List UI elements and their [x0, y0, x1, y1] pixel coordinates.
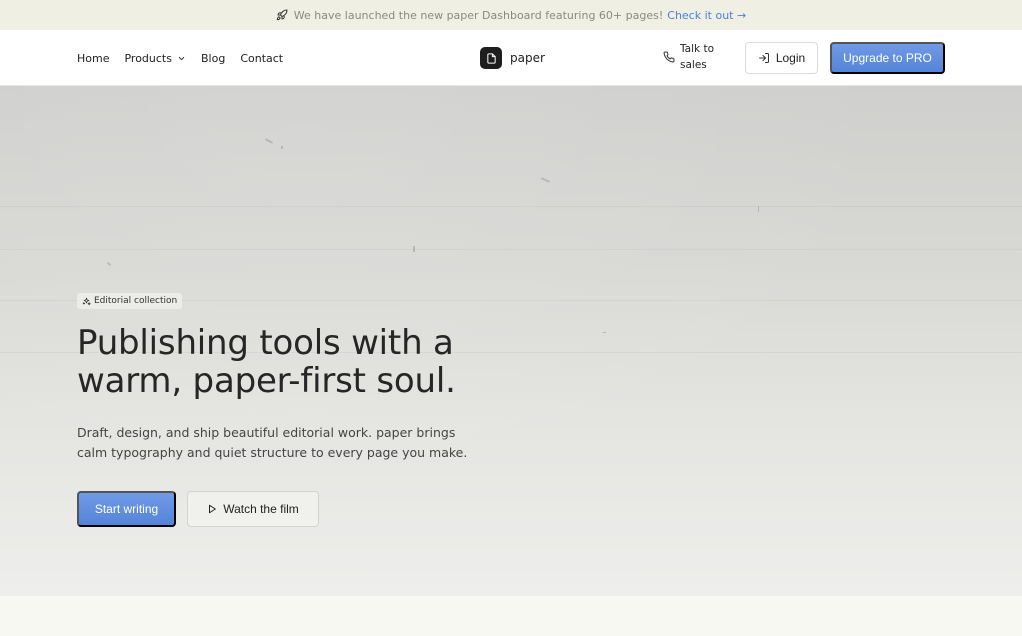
hero-section: Editorial collection Publishing tools wi… — [0, 86, 1022, 596]
badge-label: Editorial collection — [94, 296, 178, 306]
paper-texture-speck — [106, 261, 112, 267]
nav-links: Home Products Blog Contact — [77, 30, 283, 86]
chevron-down-icon — [178, 56, 185, 60]
brand-name: paper — [510, 51, 545, 65]
nav-blog-link[interactable]: Blog — [201, 52, 225, 65]
nav-blog-label: Blog — [200, 51, 226, 65]
navbar: Home Products Blog Contact paper Talk to… — [0, 30, 1022, 86]
nav-contact-link[interactable]: Contact — [240, 52, 283, 65]
paper-texture-line — [0, 206, 1022, 207]
hero-headline: Publishing tools with a warm, paper-firs… — [77, 324, 517, 400]
nav-home-label: Home — [77, 51, 110, 65]
paper-texture-speck — [540, 177, 551, 183]
watch-the-film-label: Watch the film — [223, 502, 299, 516]
nav-products-label: Products — [124, 51, 172, 65]
announcement-bar: We have launched the new paper Dashboard… — [0, 0, 1022, 30]
upgrade-to-pro-button[interactable]: Upgrade to PRO — [830, 42, 945, 74]
paper-texture-line — [0, 249, 1022, 250]
nav-contact-label: Contact — [240, 51, 284, 65]
talk-to-sales-link[interactable]: Talk to sales — [663, 41, 720, 73]
paper-texture-speck — [281, 146, 283, 149]
next-section — [0, 596, 1022, 636]
rocket-icon — [276, 9, 288, 21]
hero-subtext-line2: calm typography and quiet structure to e… — [77, 445, 468, 460]
start-writing-button[interactable]: Start writing — [77, 491, 176, 527]
login-label: Login — [775, 51, 806, 65]
sparkles-icon — [82, 297, 91, 305]
phone-icon — [663, 51, 675, 63]
talk-to-sales-line1: Talk to — [680, 43, 714, 55]
nav-products-dropdown[interactable]: Products — [124, 52, 186, 65]
brand-logo-link[interactable]: paper — [480, 47, 545, 69]
hero-subtext: Draft, design, and ship beautiful editor… — [77, 423, 497, 463]
paper-texture-speck — [603, 332, 606, 333]
play-icon — [209, 504, 217, 514]
talk-to-sales-line2: sales — [680, 59, 707, 71]
announcement-text: We have launched the new paper Dashboard… — [293, 8, 664, 22]
talk-to-sales-text: Talk to sales — [680, 41, 720, 73]
paper-texture-speck — [264, 138, 274, 144]
document-icon — [480, 47, 502, 69]
check-it-out-link[interactable]: Check it out → — [667, 9, 746, 22]
login-button[interactable]: Login — [745, 42, 818, 74]
hero-headline-line1: Publishing tools with a — [77, 323, 454, 363]
nav-home-link[interactable]: Home — [77, 52, 109, 65]
login-icon — [758, 53, 769, 63]
hero-headline-line2: warm, paper-first soul. — [77, 361, 456, 401]
watch-the-film-button[interactable]: Watch the film — [187, 491, 319, 527]
editorial-collection-badge: Editorial collection — [77, 293, 183, 309]
hero-subtext-line1: Draft, design, and ship beautiful editor… — [77, 425, 456, 440]
